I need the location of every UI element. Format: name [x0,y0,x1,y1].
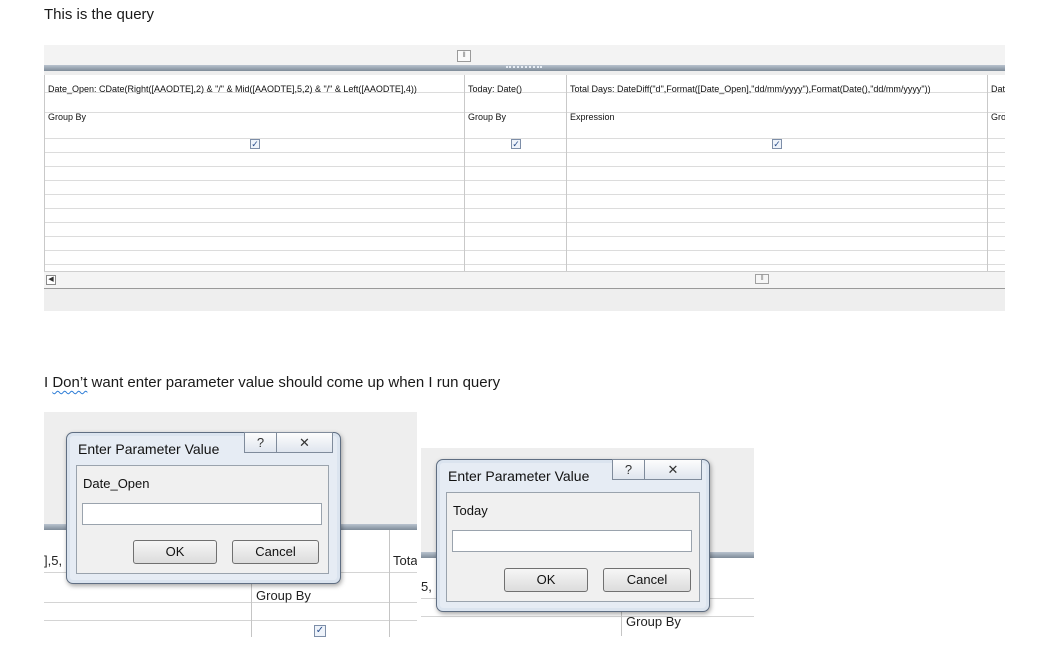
bg-field-fragment: 5, [421,579,432,594]
parameter-dialog-today: Enter Parameter Value ? ✕ Today OK Cance… [436,459,710,612]
total-cell-total-days[interactable]: Expression [570,112,615,122]
field-cell-partial[interactable]: Dat [991,84,1005,94]
cancel-button[interactable]: Cancel [603,568,691,592]
scroll-thumb[interactable]: ⦀ [755,274,769,284]
misspelled-word: Don’t [52,374,88,391]
field-cell-today[interactable]: Today: Date() [468,84,522,94]
total-cell-partial[interactable]: Gro [991,112,1005,122]
dialog-body: Today OK Cancel [446,492,700,602]
design-grid-body: Date_Open: CDate(Right([AAODTE],2) & "/"… [44,75,1005,288]
problem-text-rest: want enter parameter value should come u… [91,374,501,391]
parameter-dialog-date-open: Enter Parameter Value ? ✕ Date_Open OK C… [66,432,341,584]
close-button[interactable]: ✕ [644,459,702,480]
total-cell-date-open[interactable]: Group By [48,112,86,122]
parameter-input[interactable] [452,530,692,552]
splitter-dots [506,66,542,71]
parameter-input[interactable] [82,503,322,525]
show-checkbox-total-days[interactable]: ✓ [772,139,782,149]
field-cell-total-days[interactable]: Total Days: DateDiff("d",Format([Date_Op… [570,84,931,94]
ok-button[interactable]: OK [504,568,588,592]
problem-text: I Don’t want enter parameter value shoul… [44,374,500,391]
problem-text-word1: I [44,374,49,391]
screenshot-date-open-prompt: ],5, Tota Group By ✓ Enter Parameter Val… [44,412,417,637]
scroll-left-arrow-icon[interactable]: ◀ [46,275,56,285]
bg-field-fragment: ],5, [44,553,63,568]
parameter-label: Today [453,503,488,518]
bg-total-cell: Group By [626,614,681,629]
query-design-grid: ⦀ Date_Open: CDate(Right([AAODTE],2) & "… [44,45,1005,311]
horizontal-scrollbar[interactable] [44,271,1005,289]
close-button[interactable]: ✕ [276,432,333,453]
show-checkbox-today[interactable]: ✓ [511,139,521,149]
bg-field-fragment-right: Tota [393,553,417,568]
field-cell-date-open[interactable]: Date_Open: CDate(Right([AAODTE],2) & "/"… [48,84,417,94]
pane-resize-grip[interactable]: ⦀ [457,50,471,62]
dialog-title: Enter Parameter Value [448,468,590,484]
ok-button[interactable]: OK [133,540,217,564]
help-button[interactable]: ? [244,432,277,453]
bg-total-cell: Group By [256,588,311,603]
show-checkbox-date-open[interactable]: ✓ [250,139,260,149]
query-table-pane [44,45,1005,65]
screenshot-today-prompt: 5, Group By Enter Parameter Value ? ✕ To… [421,448,754,636]
cancel-button[interactable]: Cancel [232,540,319,564]
help-button[interactable]: ? [612,459,645,480]
intro-text: This is the query [44,6,155,23]
parameter-label: Date_Open [83,476,150,491]
bg-show-checkbox: ✓ [314,625,326,637]
total-cell-today[interactable]: Group By [468,112,506,122]
dialog-title: Enter Parameter Value [78,441,220,457]
dialog-body: Date_Open OK Cancel [76,465,329,574]
